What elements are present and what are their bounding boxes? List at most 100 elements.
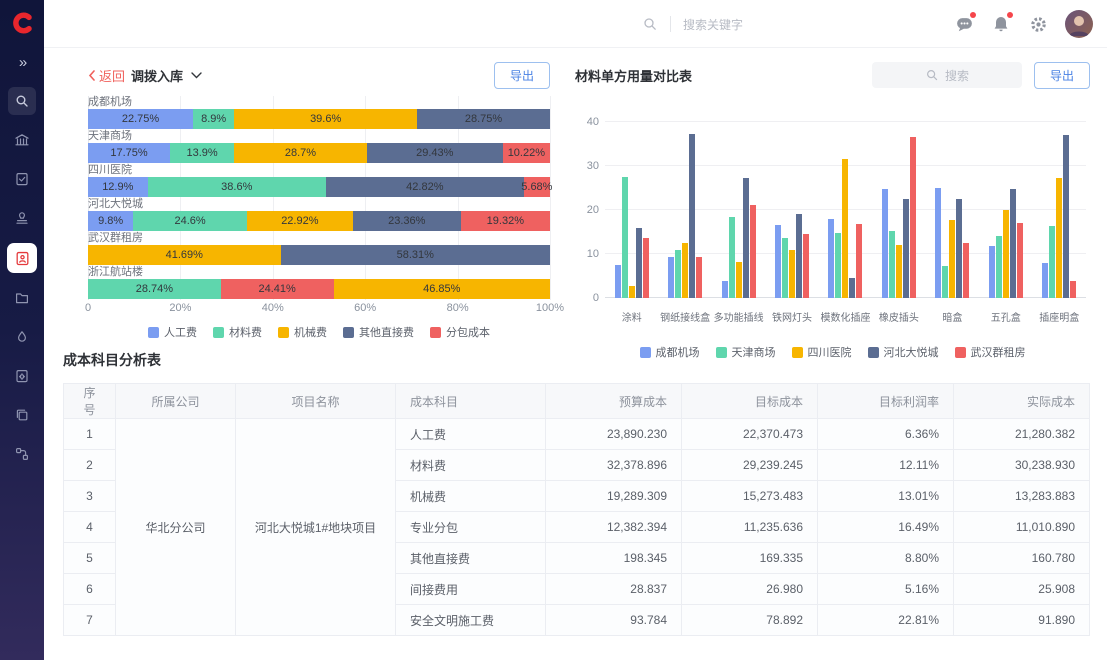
- table-cell: 22,370.473: [682, 419, 818, 450]
- table-cell: 198.345: [546, 543, 682, 574]
- table-cell: 160.780: [954, 543, 1090, 574]
- bar: [743, 178, 749, 298]
- sidebar-item-droplet[interactable]: [8, 323, 36, 351]
- table-cell: 21,280.382: [954, 419, 1090, 450]
- sidebar-item-stamp[interactable]: [8, 204, 36, 232]
- sidebar-item-clipboard-check[interactable]: [8, 165, 36, 193]
- x-axis: 020%40%60%80%100%: [88, 302, 550, 318]
- notifications-button[interactable]: [991, 14, 1011, 34]
- stacked-bar-row: 成都机场22.75%8.9%39.6%28.75%: [88, 96, 550, 130]
- sidebar: »: [0, 0, 44, 660]
- legend-swatch: [148, 327, 159, 338]
- material-search-input[interactable]: 搜索: [872, 62, 1022, 88]
- bar-group: [819, 122, 872, 298]
- bar: [856, 224, 862, 298]
- table-cell: 169.335: [682, 543, 818, 574]
- avatar[interactable]: [1065, 10, 1093, 38]
- column-header: 目标利润率: [818, 384, 954, 419]
- legend-swatch: [213, 327, 224, 338]
- bar-segment: 28.74%: [88, 279, 221, 299]
- search-icon: [14, 93, 30, 109]
- table-cell: 26.980: [682, 574, 818, 605]
- table-cell: 5: [64, 543, 116, 574]
- header-actions: [954, 0, 1093, 48]
- material-export-button[interactable]: 导出: [1034, 62, 1090, 89]
- x-tick-label: 橡皮插头: [872, 302, 925, 322]
- table-cell: 1: [64, 419, 116, 450]
- y-tick-label: 40: [575, 116, 599, 128]
- category-label: 天津商场: [88, 130, 550, 143]
- x-tick-label: 0: [85, 302, 91, 314]
- legend-swatch: [430, 327, 441, 338]
- back-label: 返回: [99, 66, 125, 85]
- table-cell: 4: [64, 512, 116, 543]
- bar: [1010, 189, 1016, 298]
- bar-segment: 5.68%: [524, 177, 550, 197]
- back-button[interactable]: 返回: [88, 66, 125, 85]
- bar: [1063, 135, 1069, 298]
- legend-item[interactable]: 其他直接费: [343, 324, 414, 340]
- clipboard-user-icon: [14, 250, 31, 267]
- bar-groups: [605, 122, 1086, 298]
- sidebar-item-workflow[interactable]: [8, 440, 36, 468]
- stacked-chart-legend: 人工费材料费机械费其他直接费分包成本: [88, 324, 550, 340]
- bar-group: [765, 122, 818, 298]
- grouped-bar-chart: 010203040 涂料钢纸接线盒多功能插线铁网灯头模数化插座橡皮插头暗盒五孔盒…: [575, 108, 1090, 338]
- legend-item[interactable]: 人工费: [148, 324, 197, 340]
- table-cell: 11,010.890: [954, 512, 1090, 543]
- messages-button[interactable]: [954, 14, 974, 34]
- table-cell: 6.36%: [818, 419, 954, 450]
- bar: [729, 217, 735, 298]
- sidebar-item-bank[interactable]: [8, 126, 36, 154]
- column-header: 目标成本: [682, 384, 818, 419]
- workflow-icon: [14, 446, 30, 462]
- bar: [622, 177, 628, 298]
- table-cell: 8.80%: [818, 543, 954, 574]
- top-header: 搜索关键字: [44, 0, 1107, 48]
- bar: [828, 219, 834, 298]
- table-cell: 16.49%: [818, 512, 954, 543]
- sidebar-item-search[interactable]: [8, 87, 36, 115]
- bar-segment: 12.9%: [88, 177, 148, 197]
- legend-item[interactable]: 材料费: [213, 324, 262, 340]
- sidebar-item-folder[interactable]: [8, 284, 36, 312]
- bar-segment: 23.36%: [353, 211, 461, 231]
- stacked-bar-rows: 成都机场22.75%8.9%39.6%28.75%天津商场17.75%13.9%…: [88, 96, 550, 300]
- divider: [670, 16, 671, 32]
- bar: [849, 278, 855, 298]
- bar: [789, 250, 795, 298]
- category-label: 河北大悦城: [88, 198, 550, 211]
- bar: [775, 225, 781, 298]
- chevron-down-icon[interactable]: [191, 72, 202, 79]
- app-logo: [7, 8, 37, 38]
- sidebar-expand-button[interactable]: »: [19, 54, 25, 71]
- bar-group: [926, 122, 979, 298]
- bar: [935, 188, 941, 298]
- bar: [1042, 263, 1048, 298]
- table-cell: 29,239.245: [682, 450, 818, 481]
- stacked-bar-row: 浙江航站楼28.74%24.41%46.85%: [88, 266, 550, 300]
- stacked-bar: 28.74%24.41%46.85%: [88, 279, 550, 299]
- bar: [689, 134, 695, 298]
- sidebar-item-copy[interactable]: [8, 401, 36, 429]
- stacked-bar: 22.75%8.9%39.6%28.75%: [88, 109, 550, 129]
- bar: [682, 243, 688, 298]
- column-header: 实际成本: [954, 384, 1090, 419]
- legend-item[interactable]: 分包成本: [430, 324, 490, 340]
- sidebar-item-clipboard-gear[interactable]: [8, 362, 36, 390]
- x-tick-label: 钢纸接线盒: [658, 302, 711, 322]
- expand-icon: »: [19, 54, 25, 71]
- legend-item[interactable]: 机械费: [278, 324, 327, 340]
- bar: [675, 250, 681, 298]
- settings-button[interactable]: [1028, 14, 1048, 34]
- bar: [668, 257, 674, 298]
- global-search[interactable]: 搜索关键字: [642, 0, 743, 48]
- table-cell: 91.890: [954, 605, 1090, 636]
- x-tick-label: 40%: [262, 302, 284, 314]
- transfer-export-button[interactable]: 导出: [494, 62, 550, 89]
- table-row: 1华北分公司河北大悦城1#地块项目人工费23,890.23022,370.473…: [64, 419, 1090, 450]
- transfer-title[interactable]: 调拨入库: [131, 66, 183, 85]
- table-cell: 河北大悦城1#地块项目: [236, 419, 396, 636]
- table-cell: 11,235.636: [682, 512, 818, 543]
- sidebar-item-cost-active[interactable]: [7, 243, 37, 273]
